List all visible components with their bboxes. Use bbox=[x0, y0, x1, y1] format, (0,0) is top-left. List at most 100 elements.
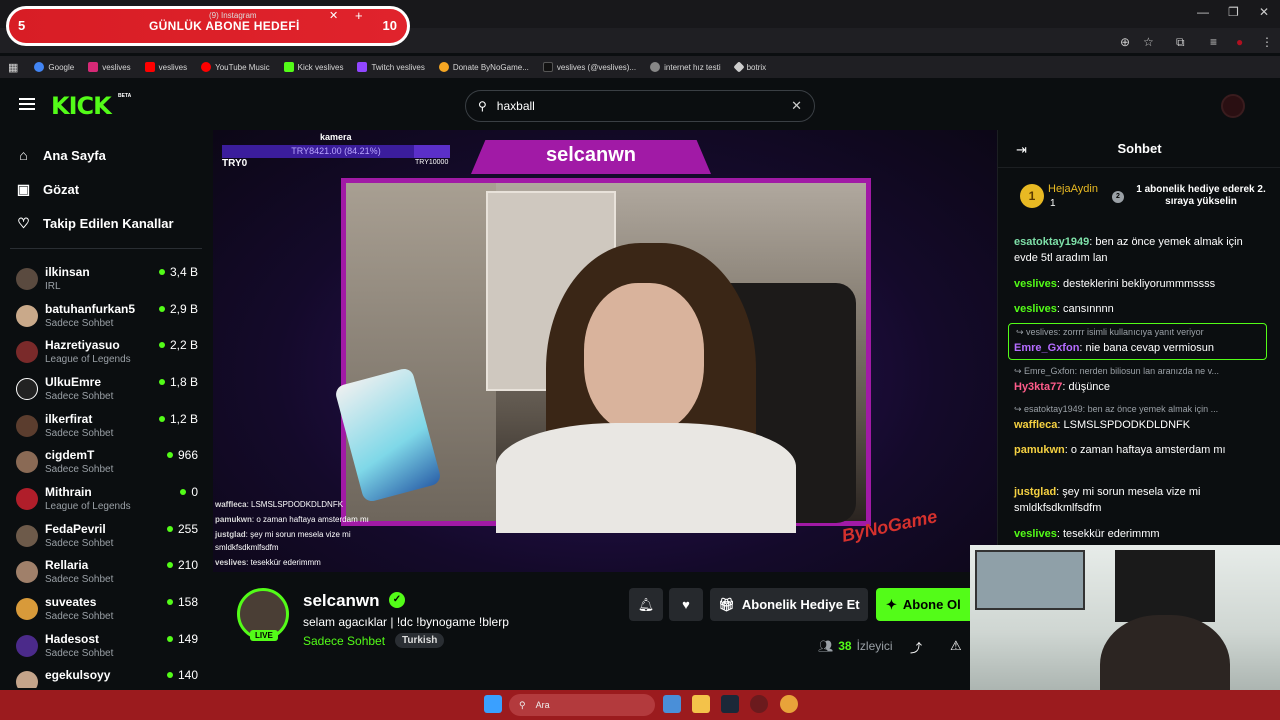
camera-label: kamera bbox=[320, 132, 352, 142]
app-icon[interactable] bbox=[750, 695, 768, 713]
apps-icon[interactable]: ▦ bbox=[8, 61, 26, 74]
poster-image bbox=[975, 550, 1085, 610]
bookmark[interactable]: veslives bbox=[82, 62, 136, 72]
streamer-name[interactable]: selcanwn bbox=[303, 591, 380, 611]
star-icon[interactable]: ☆ bbox=[1143, 35, 1154, 49]
bookmark[interactable]: veslives (@veslives)... bbox=[537, 62, 642, 72]
goal-max: TRY10000 bbox=[415, 159, 449, 166]
reply-context: ↪ esatoktay1949: ben az önce yemek almak… bbox=[1014, 404, 1219, 414]
kick-logo[interactable]: KICK bbox=[51, 92, 112, 120]
maximize-button[interactable]: ❐ bbox=[1228, 5, 1239, 19]
channel-item[interactable]: Rellaria Sadece Sohbet 210 bbox=[16, 558, 200, 594]
viewer-count: 0 bbox=[180, 485, 198, 499]
share-icon[interactable]: ⤴ bbox=[910, 639, 922, 656]
bookmark[interactable]: YouTube Music bbox=[195, 62, 276, 72]
avatar bbox=[16, 451, 38, 473]
beta-badge: BETA bbox=[118, 93, 132, 99]
goal-current: 5 bbox=[18, 18, 26, 33]
clear-search-icon[interactable]: ✕ bbox=[791, 98, 802, 114]
nav-browse[interactable]: ▣ Gözat bbox=[16, 182, 79, 198]
taskbar-search[interactable]: ⚲ Ara bbox=[509, 694, 655, 716]
rank-badge: 2 bbox=[1112, 191, 1124, 203]
profile-icon[interactable]: ● bbox=[1236, 35, 1243, 49]
subscribe-button[interactable]: ✦ Abone Ol bbox=[876, 588, 970, 621]
viewer-count: 158 bbox=[167, 595, 198, 609]
banner-text: selcanwn bbox=[545, 144, 637, 166]
overlay-chat-line: waffleca: LSMSLSPDODKDLDNFK bbox=[215, 500, 344, 509]
goal-target: 10 bbox=[382, 18, 397, 33]
chat-title: Sohbet bbox=[1117, 141, 1162, 156]
channel-item[interactable]: FedaPevril Sadece Sohbet 255 bbox=[16, 522, 200, 558]
channel-item[interactable]: ilkerfirat Sadece Sohbet 1,2 B bbox=[16, 412, 200, 448]
zoom-icon[interactable]: ⊕ bbox=[1120, 35, 1130, 49]
bookmark[interactable]: internet hız testi bbox=[644, 62, 726, 72]
user-avatar[interactable] bbox=[1221, 94, 1245, 118]
gift-sub-button[interactable]: 🎁︎ Abonelik Hediye Et bbox=[710, 588, 868, 621]
search-bar[interactable]: ⚲ ✕ bbox=[465, 90, 815, 122]
instagram-icon bbox=[88, 62, 99, 72]
bookmark[interactable]: Google bbox=[28, 62, 80, 72]
bookmark[interactable]: botrix bbox=[729, 61, 773, 73]
extensions-icon[interactable]: ⧉ bbox=[1176, 35, 1185, 50]
media-icon[interactable]: ≡ bbox=[1210, 35, 1217, 49]
speedtest-icon bbox=[650, 62, 661, 72]
avatar bbox=[16, 268, 38, 290]
viewer-count: 2,2 B bbox=[159, 338, 198, 352]
gift-icon: 🎁︎ bbox=[718, 596, 735, 612]
steam-icon[interactable] bbox=[721, 695, 739, 713]
photos-icon[interactable] bbox=[663, 695, 681, 713]
windows-start-icon[interactable] bbox=[484, 695, 502, 713]
bookmark[interactable]: Kick veslives bbox=[278, 62, 350, 72]
chat-message: justglad: şey mi sorun mesela vize mi sm… bbox=[1014, 486, 1201, 514]
search-input[interactable] bbox=[496, 99, 782, 113]
bookmark[interactable]: veslives bbox=[139, 62, 193, 72]
channel-item[interactable]: cigdemT Sadece Sohbet 966 bbox=[16, 448, 200, 484]
menu-icon[interactable]: ⋮ bbox=[1261, 35, 1273, 49]
viewer-count: 1,2 B bbox=[159, 412, 198, 426]
rank-badge: 1 bbox=[1020, 184, 1044, 208]
home-icon: ⌂ bbox=[19, 147, 28, 163]
video-player[interactable]: kamera TRY8421.00 (84.21%) TRY0 TRY10000… bbox=[213, 130, 997, 572]
close-window-button[interactable]: ✕ bbox=[1259, 5, 1269, 19]
folder-icon[interactable] bbox=[692, 695, 710, 713]
minimize-button[interactable]: — bbox=[1197, 5, 1209, 19]
channel-item[interactable]: UlkuEmre Sadece Sohbet 1,8 B bbox=[16, 375, 200, 411]
channel-item[interactable]: batuhanfurkan5 Sadece Sohbet 2,9 B bbox=[16, 302, 200, 338]
bynogame-icon bbox=[438, 62, 449, 72]
chat-message: Hy3kta77: düşünce bbox=[1014, 381, 1111, 393]
bookmark[interactable]: Twitch veslives bbox=[351, 62, 430, 72]
channel-item[interactable]: Mithrain League of Legends 0 bbox=[16, 485, 200, 521]
new-tab-icon[interactable]: + bbox=[355, 9, 363, 23]
overlay-chat-line: justglad: şey mi sorun mesela vize mi bbox=[215, 530, 351, 539]
donation-goal-bar: TRY8421.00 (84.21%) bbox=[222, 145, 450, 158]
sidebar-divider bbox=[10, 248, 202, 249]
avatar bbox=[16, 598, 38, 620]
notification-button[interactable]: 🔔︎ bbox=[629, 588, 663, 621]
leader-hint: 1 abonelik hediye ederek 2. sıraya yükse… bbox=[1136, 184, 1266, 207]
goal-min: TRY0 bbox=[222, 158, 248, 169]
report-icon[interactable]: ⚠ bbox=[950, 638, 962, 654]
close-tab-icon[interactable]: ✕ bbox=[329, 9, 338, 22]
follow-button[interactable]: ♥ bbox=[669, 588, 703, 621]
stream-category[interactable]: Sadece Sohbet bbox=[303, 634, 385, 648]
avatar bbox=[16, 341, 38, 363]
overlay-chat-line: veslives: tesekkür ederimmm bbox=[215, 558, 321, 567]
channel-item[interactable]: Hazretiyasuo League of Legends 2,2 B bbox=[16, 338, 200, 374]
language-tag[interactable]: Turkish bbox=[395, 633, 445, 648]
channel-item[interactable]: ilkinsan IRL 3,4 B bbox=[16, 265, 200, 301]
verified-icon: ✓ bbox=[389, 592, 405, 608]
nav-home[interactable]: ⌂ Ana Sayfa bbox=[16, 147, 106, 164]
leader-username[interactable]: HejaAydin bbox=[1048, 183, 1098, 195]
hamburger-menu-icon[interactable] bbox=[19, 98, 35, 110]
avatar bbox=[16, 671, 38, 688]
bookmark[interactable]: Donate ByNoGame... bbox=[433, 62, 535, 72]
channel-item[interactable]: egekulsoyy 140 bbox=[16, 668, 200, 688]
chrome-icon[interactable] bbox=[780, 695, 798, 713]
channel-item[interactable]: suveates Sadece Sohbet 158 bbox=[16, 595, 200, 631]
search-icon: ⚲ bbox=[478, 99, 487, 113]
channel-item[interactable]: Hadesost Sadece Sohbet 149 bbox=[16, 632, 200, 668]
nav-following[interactable]: ♡ Takip Edilen Kanallar bbox=[16, 216, 173, 232]
sparkle-icon: ✦ bbox=[886, 596, 897, 612]
viewer-count: 966 bbox=[167, 448, 198, 462]
reply-context: ↪ Emre_Gxfon: nerden biliosun lan aranız… bbox=[1014, 366, 1219, 376]
